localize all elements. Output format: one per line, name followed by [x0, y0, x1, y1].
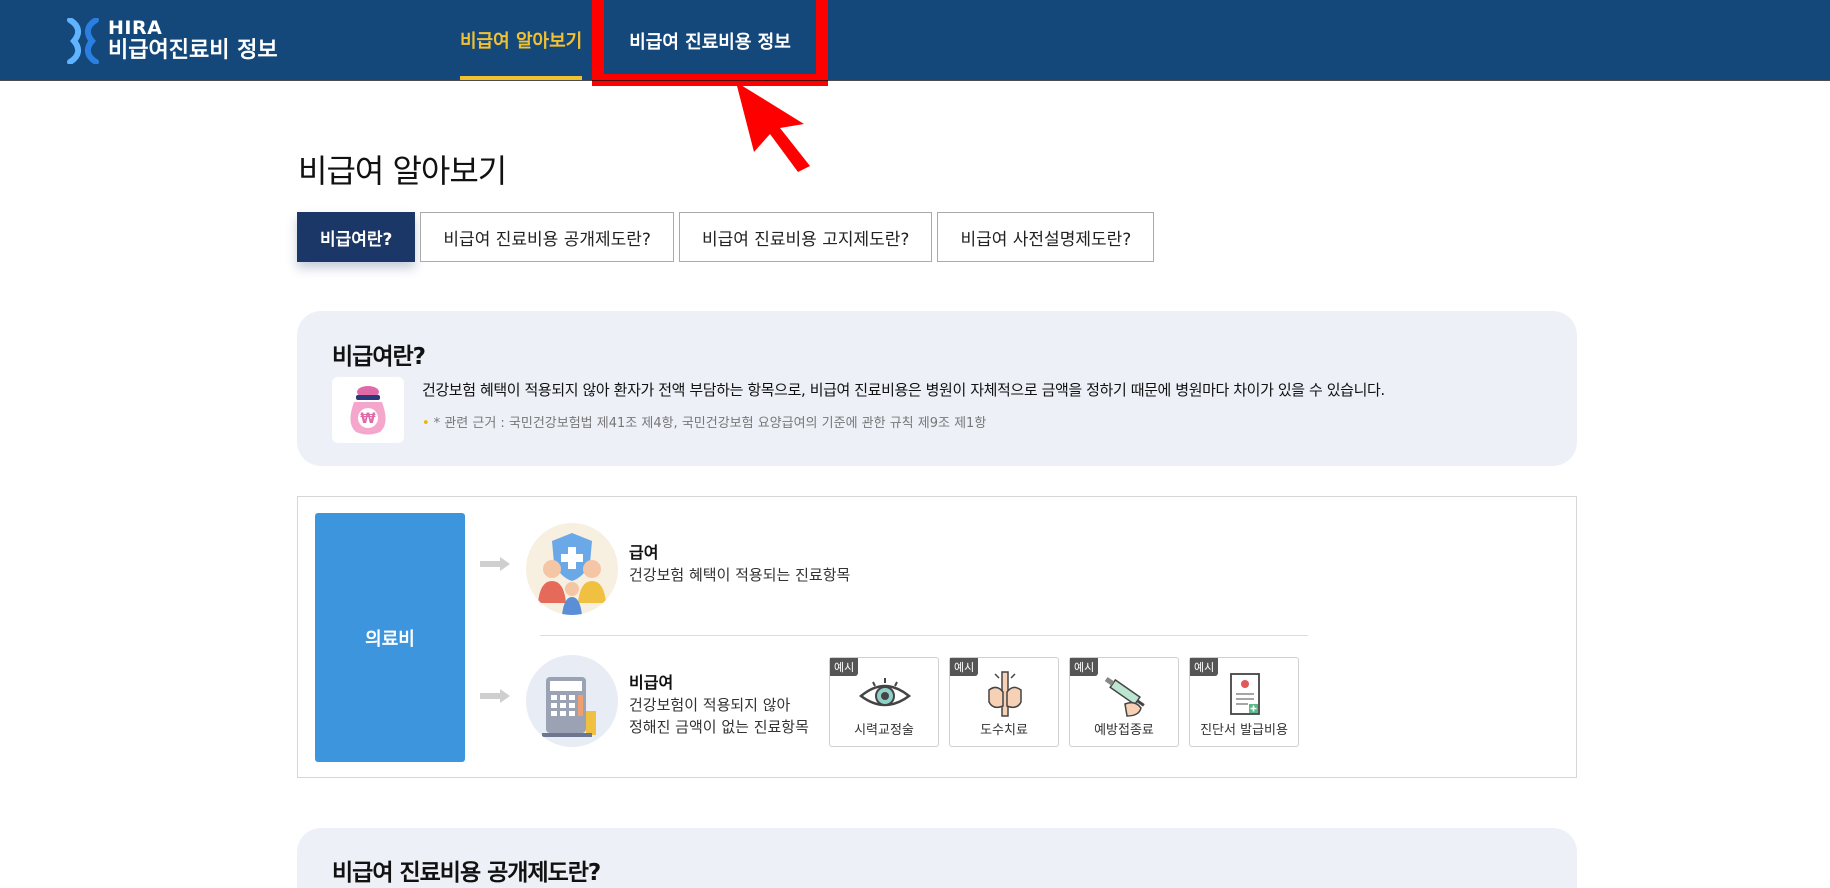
nav-item-noncovered-cost-info[interactable]: 비급여 진료비용 정보 [592, 0, 828, 86]
non-benefit-desc-line2: 정해진 금액이 없는 진료항목 [629, 717, 809, 736]
intro-note-text: * 관련 근거 : 국민건강보험법 제41조 제4항, 국민건강보험 요양급여의… [433, 416, 987, 431]
red-pointer-arrow-icon [736, 82, 810, 172]
example-card-manual-therapy: 예시 도수치료 [949, 657, 1059, 747]
eye-icon [858, 678, 912, 707]
example-card-vision-correction: 예시 시력교정술 [829, 657, 939, 747]
intro-card: 비급여란? ₩ 건강보험 혜택이 적용되지 않아 환자가 전액 부담하는 항목으… [297, 311, 1577, 466]
non-benefit-description: 건강보험이 적용되지 않아 정해진 금액이 없는 진료항목 [629, 695, 809, 739]
tab-prior-explanation-system[interactable]: 비급여 사전설명제도란? [937, 212, 1155, 262]
example-card-certificate: 예시 진단서 발급비용 [1189, 657, 1299, 747]
svg-text:₩: ₩ [360, 411, 376, 427]
site-logo[interactable]: HIRA 비급여진료비 정보 [66, 18, 278, 64]
medical-cost-label: 의료비 [365, 628, 415, 650]
example-label: 시력교정술 [854, 723, 914, 738]
money-bag-box: ₩ [332, 377, 404, 443]
money-bag-icon: ₩ [350, 386, 386, 435]
tab-what-is-noncovered[interactable]: 비급여란? [297, 212, 416, 262]
tab-disclosure-system[interactable]: 비급여 진료비용 공개제도란? [420, 212, 674, 262]
bullet-icon: • [422, 416, 430, 431]
disclosure-card-title: 비급여 진료비용 공개제도란? [332, 860, 601, 886]
family-shield-icon [538, 533, 606, 615]
nav-item-noncovered-intro[interactable]: 비급여 알아보기 [460, 0, 583, 80]
calculator-icon [542, 677, 596, 737]
medical-cost-box: 의료비 [315, 513, 465, 762]
nav-item-label: 비급여 진료비용 정보 [629, 32, 791, 53]
example-card-vaccination: 예시 예방접종료 [1069, 657, 1179, 747]
intro-description: 건강보험 혜택이 적용되지 않아 환자가 전액 부담하는 항목으로, 비급여 진… [422, 381, 1385, 399]
hira-logo-icon [67, 18, 99, 64]
medical-cost-diagram: 의료비 급여 건강보험 혜택이 적용되는 진료항목 비급여 건강보험이 적용되지… [297, 496, 1577, 778]
example-label: 진단서 발급비용 [1200, 723, 1288, 738]
header-divider [0, 80, 1830, 81]
example-badge: 예시 [1190, 658, 1219, 676]
intro-legal-note: • * 관련 근거 : 국민건강보험법 제41조 제4항, 국민건강보험 요양급여… [422, 412, 986, 431]
arrow-right-icon [480, 689, 510, 703]
tab-bar: 비급여란? 비급여 진료비용 공개제도란? 비급여 진료비용 고지제도란? 비급… [297, 212, 1155, 262]
tab-notice-system[interactable]: 비급여 진료비용 고지제도란? [678, 212, 933, 262]
example-label: 도수치료 [980, 723, 1028, 738]
diagram-divider [540, 635, 1308, 636]
calculator-illustration [526, 655, 618, 747]
non-benefit-desc-line1: 건강보험이 적용되지 않아 [629, 696, 791, 714]
logo-line2: 비급여진료비 정보 [108, 38, 278, 64]
site-header: HIRA 비급여진료비 정보 비급여 알아보기 비급여 진료비용 정보 [0, 0, 1830, 86]
manual-therapy-icon [988, 671, 1022, 717]
example-badge: 예시 [1070, 658, 1099, 676]
certificate-icon [1230, 673, 1260, 715]
benefit-title: 급여 [629, 543, 659, 562]
syringe-icon [1104, 676, 1145, 717]
family-insurance-illustration [526, 523, 618, 615]
disclosure-system-card: 비급여 진료비용 공개제도란? [297, 828, 1577, 888]
example-badge: 예시 [950, 658, 979, 676]
benefit-description: 건강보험 혜택이 적용되는 진료항목 [629, 566, 851, 584]
arrow-right-icon [480, 557, 510, 571]
intro-card-title: 비급여란? [332, 344, 426, 370]
example-label: 예방접종료 [1094, 723, 1154, 738]
page-title: 비급여 알아보기 [298, 152, 507, 190]
non-benefit-title: 비급여 [629, 673, 674, 692]
logo-line1: HIRA [108, 17, 163, 40]
example-badge: 예시 [830, 658, 859, 676]
